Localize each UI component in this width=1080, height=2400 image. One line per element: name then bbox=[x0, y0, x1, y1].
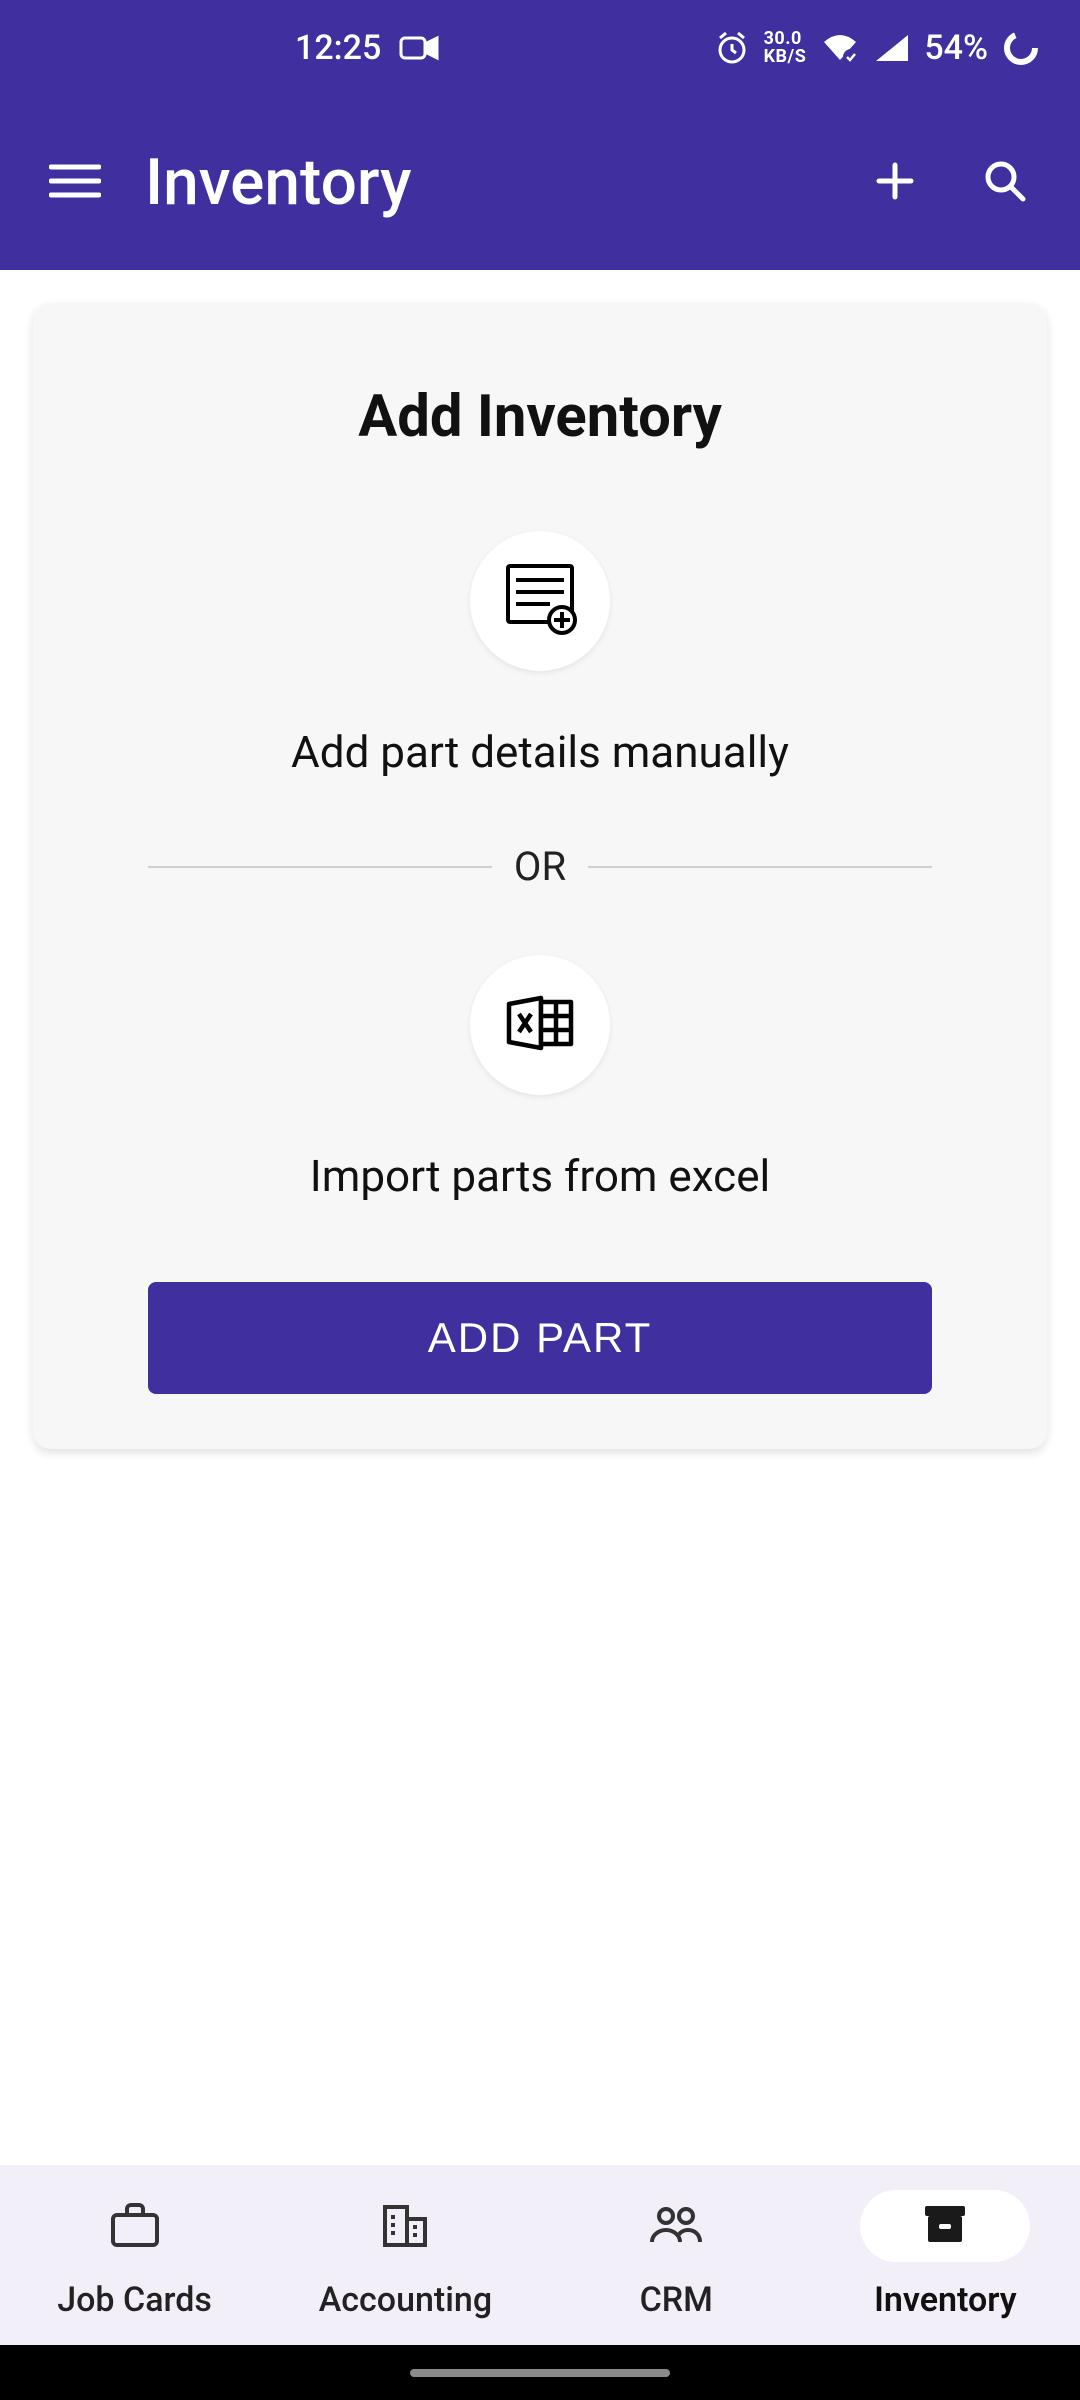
video-camera-icon bbox=[399, 34, 439, 62]
page-title: Inventory bbox=[145, 145, 825, 220]
status-bar: 12:25 30.0 KB/S 54% bbox=[0, 0, 1080, 95]
plus-icon bbox=[873, 159, 917, 207]
nav-item-accounting[interactable]: Accounting bbox=[319, 2190, 492, 2320]
hamburger-icon bbox=[49, 161, 101, 205]
building-icon bbox=[377, 2199, 433, 2253]
nav-item-crm[interactable]: CRM bbox=[591, 2190, 761, 2320]
or-divider: OR bbox=[148, 843, 932, 890]
archive-box-icon bbox=[919, 2200, 971, 2252]
nav-item-inventory[interactable]: Inventory bbox=[860, 2190, 1030, 2320]
menu-button[interactable] bbox=[35, 143, 115, 223]
add-button[interactable] bbox=[855, 143, 935, 223]
import-excel-icon-circle bbox=[470, 955, 610, 1095]
gesture-handle[interactable] bbox=[410, 2369, 670, 2377]
nav-label: Accounting bbox=[319, 2280, 492, 2320]
network-speed: 30.0 KB/S bbox=[764, 30, 807, 64]
search-icon bbox=[981, 157, 1029, 209]
search-button[interactable] bbox=[965, 143, 1045, 223]
nav-label: CRM bbox=[640, 2280, 713, 2320]
add-manually-icon-circle bbox=[470, 531, 610, 671]
nav-item-job-cards[interactable]: Job Cards bbox=[50, 2190, 220, 2320]
add-manually-option[interactable]: Add part details manually bbox=[148, 531, 932, 778]
nav-label: Inventory bbox=[874, 2280, 1017, 2320]
battery-percentage: 54% bbox=[924, 28, 988, 68]
add-inventory-card: Add Inventory Add part details manually bbox=[33, 303, 1047, 1449]
alarm-icon bbox=[714, 30, 750, 66]
main-content: Add Inventory Add part details manually bbox=[0, 270, 1080, 2165]
add-manually-label: Add part details manually bbox=[291, 726, 789, 778]
loading-circle-icon bbox=[1002, 29, 1040, 67]
status-time: 12:25 bbox=[295, 28, 381, 68]
nav-label: Job Cards bbox=[57, 2280, 212, 2320]
excel-file-icon bbox=[501, 988, 579, 1062]
card-title: Add Inventory bbox=[148, 383, 932, 451]
form-add-icon bbox=[500, 560, 580, 642]
add-part-button[interactable]: ADD PART bbox=[148, 1282, 932, 1394]
system-nav-bar bbox=[0, 2345, 1080, 2400]
import-excel-option[interactable]: Import parts from excel bbox=[148, 955, 932, 1202]
people-icon bbox=[646, 2202, 706, 2250]
briefcase-icon bbox=[107, 2199, 163, 2253]
bottom-nav: Job Cards Accounting CRM bbox=[0, 2165, 1080, 2345]
divider-text: OR bbox=[514, 843, 566, 890]
app-bar: Inventory bbox=[0, 95, 1080, 270]
import-excel-label: Import parts from excel bbox=[310, 1150, 770, 1202]
cellular-signal-icon bbox=[874, 33, 910, 63]
wifi-icon bbox=[820, 32, 860, 64]
